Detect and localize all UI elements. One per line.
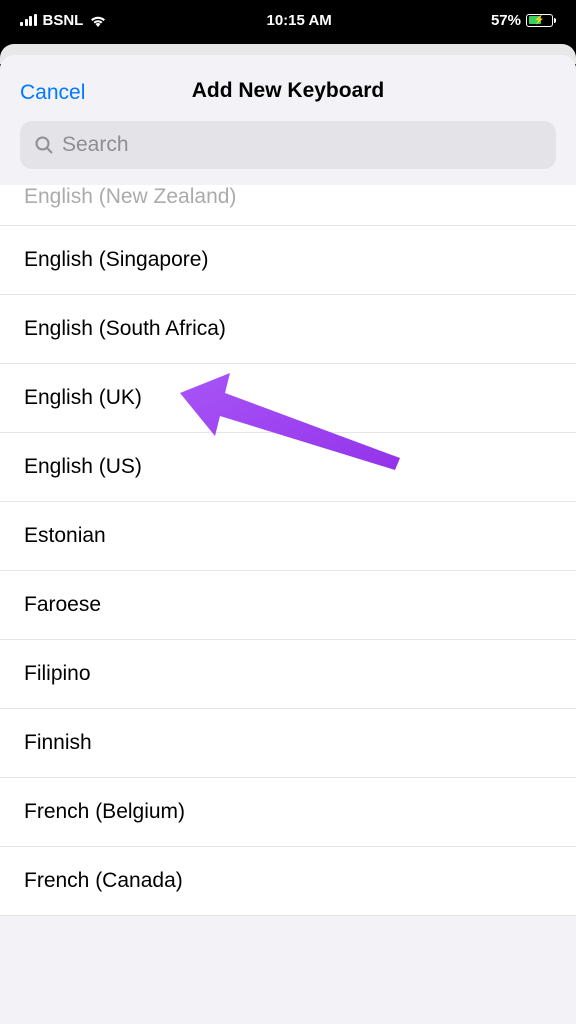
list-item[interactable]: English (UK) <box>0 364 576 433</box>
status-bar: BSNL 10:15 AM 57% ⚡ <box>0 0 576 40</box>
status-right: 57% ⚡ <box>491 12 556 29</box>
status-left: BSNL <box>20 12 107 29</box>
cancel-button[interactable]: Cancel <box>20 81 85 105</box>
search-icon <box>34 135 54 155</box>
list-item[interactable]: English (South Africa) <box>0 295 576 364</box>
status-time: 10:15 AM <box>267 12 332 29</box>
signal-icon <box>20 14 37 26</box>
wifi-icon <box>89 14 107 27</box>
battery-percent: 57% <box>491 12 521 29</box>
list-item[interactable]: English (New Zealand) <box>0 185 576 226</box>
list-item[interactable]: Faroese <box>0 571 576 640</box>
sheet-header: Cancel Add New Keyboard <box>0 55 576 121</box>
keyboard-list: English (New Zealand) English (Singapore… <box>0 185 576 916</box>
list-item[interactable]: Filipino <box>0 640 576 709</box>
list-item[interactable]: English (Singapore) <box>0 226 576 295</box>
list-item[interactable]: Finnish <box>0 709 576 778</box>
page-title: Add New Keyboard <box>20 79 556 103</box>
battery-icon: ⚡ <box>526 14 556 27</box>
list-item[interactable]: Estonian <box>0 502 576 571</box>
search-input[interactable] <box>62 133 542 157</box>
carrier-label: BSNL <box>43 12 84 29</box>
list-item[interactable]: French (Belgium) <box>0 778 576 847</box>
list-item[interactable]: English (US) <box>0 433 576 502</box>
search-box[interactable] <box>20 121 556 169</box>
search-container <box>0 121 576 185</box>
list-item[interactable]: French (Canada) <box>0 847 576 916</box>
modal-sheet: Cancel Add New Keyboard English (New Zea… <box>0 55 576 1024</box>
